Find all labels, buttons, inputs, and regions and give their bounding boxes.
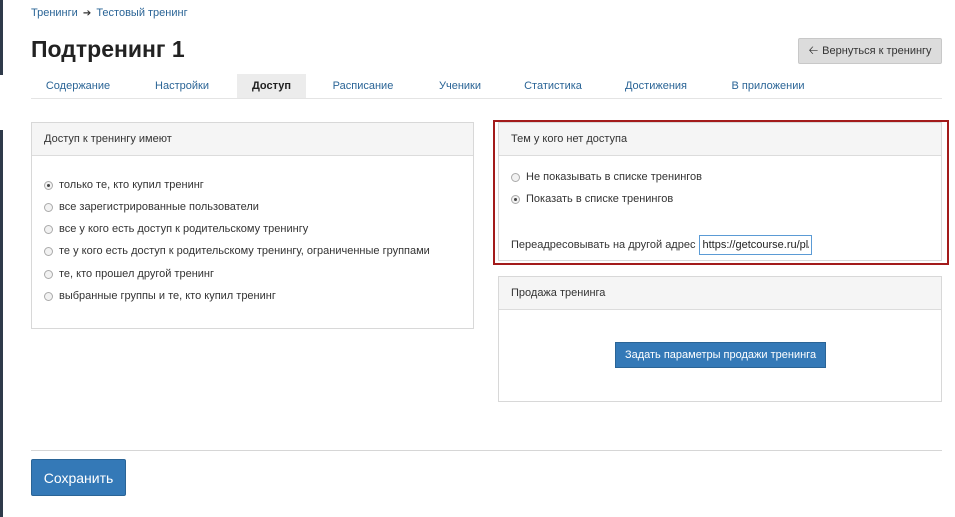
access-option-label: те, кто прошел другой тренинг: [59, 268, 214, 280]
no-access-option-label: Не показывать в списке тренингов: [526, 171, 703, 183]
redirect-url-input[interactable]: [699, 235, 813, 255]
breadcrumb: Тренинги ➔ Тестовый тренинг: [31, 7, 188, 19]
sale-panel-title: Продажа тренинга: [499, 277, 941, 310]
no-access-panel: Тем у кого нет доступа Не показывать в с…: [498, 122, 942, 261]
radio-icon[interactable]: [44, 269, 53, 279]
access-option-registered[interactable]: все зарегистрированные пользователи: [44, 201, 259, 213]
radio-icon[interactable]: [44, 246, 53, 256]
radio-icon[interactable]: [44, 202, 53, 212]
tab-schedule[interactable]: Расписание: [320, 74, 406, 98]
back-button-label: Вернуться к тренингу: [822, 45, 932, 57]
page-title: Подтренинг 1: [31, 36, 185, 62]
access-option-label: все у кого есть доступ к родительскому т…: [59, 223, 309, 235]
set-sale-params-button[interactable]: Задать параметры продажи тренинга: [615, 342, 826, 368]
breadcrumb-test-training-link[interactable]: Тестовый тренинг: [96, 7, 187, 19]
radio-checked-icon[interactable]: [44, 180, 53, 190]
left-edge-gap: [0, 75, 3, 130]
access-option-label: только те, кто купил тренинг: [59, 179, 204, 191]
access-option-label: те у кого есть доступ к родительскому тр…: [59, 245, 430, 257]
no-access-panel-title: Тем у кого нет доступа: [499, 123, 941, 156]
access-option-groups-buyers[interactable]: выбранные группы и те, кто купил тренинг: [44, 290, 276, 302]
radio-icon[interactable]: [44, 291, 53, 301]
radio-checked-icon[interactable]: [511, 194, 520, 204]
divider: [31, 450, 942, 451]
breadcrumb-trainings-link[interactable]: Тренинги: [31, 7, 78, 19]
tab-achievements[interactable]: Достижения: [611, 74, 701, 98]
back-to-training-button[interactable]: 🡠 Вернуться к тренингу: [798, 38, 942, 64]
redirect-label: Переадресовывать на другой адрес: [511, 239, 696, 251]
tab-bar: Содержание Настройки Доступ Расписание У…: [31, 74, 942, 99]
tab-content[interactable]: Содержание: [31, 74, 125, 98]
access-panel-title: Доступ к тренингу имеют: [32, 123, 473, 156]
tab-settings[interactable]: Настройки: [139, 74, 225, 98]
access-option-parent-groups[interactable]: те у кого есть доступ к родительскому тр…: [44, 245, 430, 257]
save-button[interactable]: Сохранить: [31, 459, 126, 496]
radio-icon[interactable]: [511, 172, 520, 182]
access-option-label: все зарегистрированные пользователи: [59, 201, 259, 213]
tab-access[interactable]: Доступ: [237, 74, 306, 98]
access-option-other-training[interactable]: те, кто прошел другой тренинг: [44, 268, 214, 280]
radio-icon[interactable]: [44, 224, 53, 234]
access-option-parent[interactable]: все у кого есть доступ к родительскому т…: [44, 223, 308, 235]
no-access-option-hide[interactable]: Не показывать в списке тренингов: [511, 171, 702, 183]
breadcrumb-arrow-icon: ➔: [82, 8, 92, 19]
access-option-buyers[interactable]: только те, кто купил тренинг: [44, 179, 204, 191]
sale-panel: Продажа тренинга Задать параметры продаж…: [498, 276, 942, 402]
access-panel: Доступ к тренингу имеют только те, кто к…: [31, 122, 474, 329]
access-option-label: выбранные группы и те, кто купил тренинг: [59, 290, 276, 302]
no-access-option-label: Показать в списке тренингов: [526, 193, 674, 205]
redirect-row: Переадресовывать на другой адрес: [511, 235, 813, 255]
tab-statistics[interactable]: Статистика: [509, 74, 597, 98]
arrow-left-icon: 🡠: [808, 42, 819, 57]
tab-in-app[interactable]: В приложении: [719, 74, 817, 98]
tab-students[interactable]: Ученики: [423, 74, 497, 98]
no-access-option-show[interactable]: Показать в списке тренингов: [511, 193, 673, 205]
